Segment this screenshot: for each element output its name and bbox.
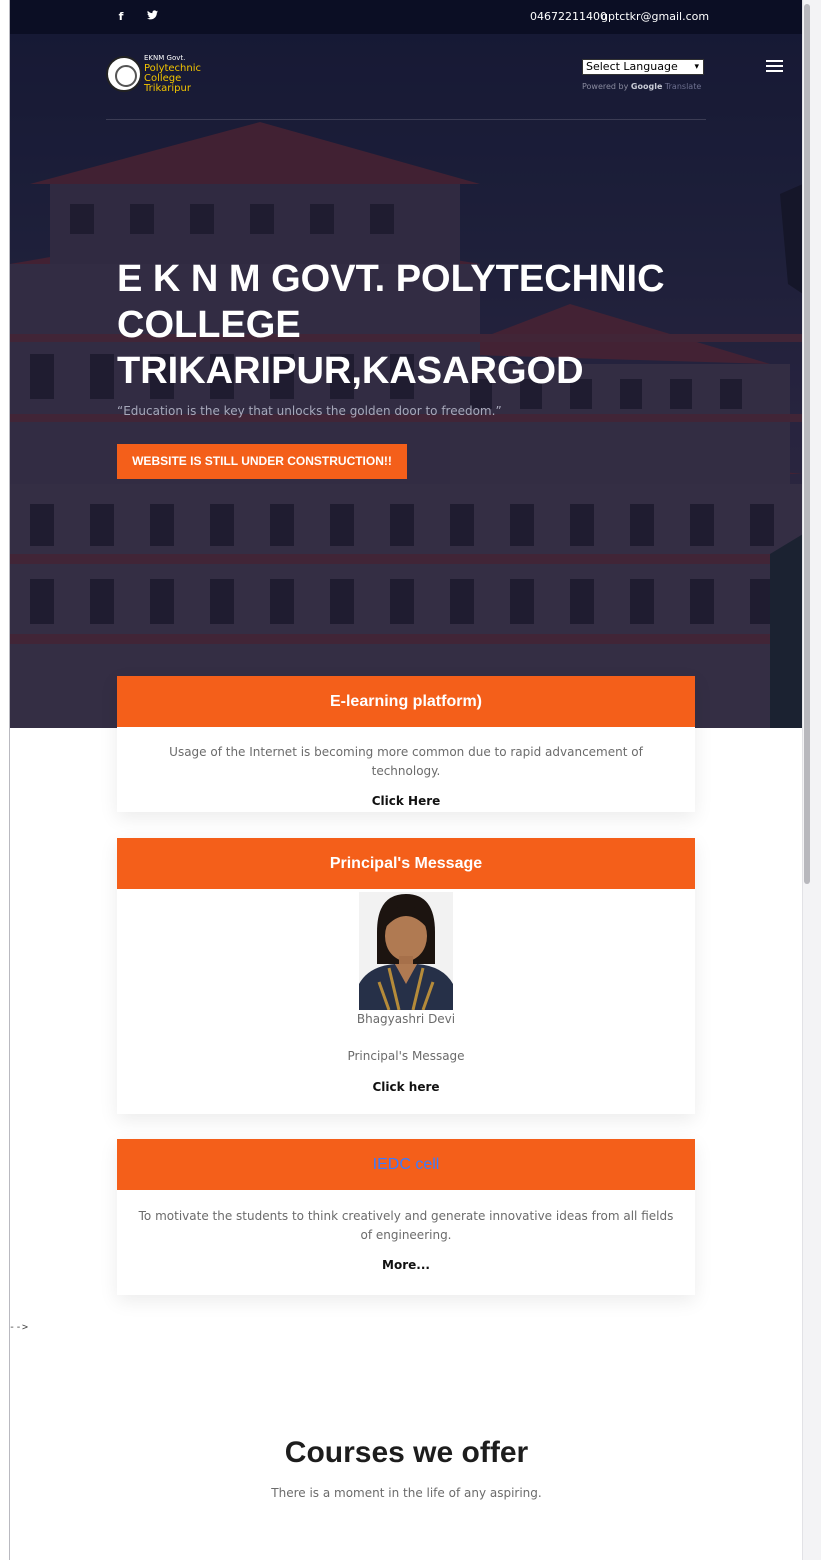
principal-card-title: Principal's Message [117,838,695,889]
under-construction-button[interactable]: WEBSITE IS STILL UNDER CONSTRUCTION!! [117,444,407,479]
language-select[interactable]: Select Language ▾ [582,59,704,75]
top-bar: f 04672211400 gptctkr@gmail.com [10,0,802,34]
google-logo[interactable]: Google [631,82,662,91]
iedc-card-text: To motivate the students to think creati… [138,1209,674,1242]
courses-title: Courses we offer [284,1436,529,1469]
iedc-card: IEDC cell To motivate the students to th… [117,1139,695,1295]
language-select-label: Select Language [586,60,678,73]
principal-photo [359,892,453,1010]
twitter-icon[interactable] [145,10,159,24]
hero-quote: “Education is the key that unlocks the g… [117,404,502,418]
elearning-click-here-link[interactable]: Click Here [117,794,695,808]
browser-left-edge [0,0,9,1560]
hero-title-line-2: COLLEGE [117,304,301,346]
logo-line-4: Trikaripur [144,83,191,94]
hero-section: EKNM Govt. Polytechnic College Trikaripu… [10,34,802,728]
google-translate-attribution: Powered by Google Translate [582,82,701,91]
iedc-more-link[interactable]: More... [117,1258,695,1272]
email-address[interactable]: gptctkr@gmail.com [601,10,709,23]
hero-title-line-3: TRIKARIPUR,KASARGOD [117,350,584,392]
elearning-card-title: E-learning platform) [117,676,695,727]
facebook-icon[interactable]: f [114,10,128,24]
principal-click-here-link[interactable]: Click here [117,1080,695,1094]
iedc-card-title-link[interactable]: IEDC cell [373,1156,440,1173]
menu-icon[interactable] [766,60,783,73]
translate-link[interactable]: Translate [665,82,701,91]
scrollbar-thumb[interactable] [804,4,810,884]
chevron-down-icon: ▾ [694,62,699,72]
powered-by-text: Powered by [582,82,629,91]
stray-html-comment-text: --> [9,1322,29,1333]
principal-name: Bhagyashri Devi [356,1012,456,1026]
header-divider [106,119,706,120]
phone-number[interactable]: 04672211400 [530,10,607,23]
courses-subtitle: There is a moment in the life of any asp… [271,1486,542,1500]
elearning-card: E-learning platform) Usage of the Intern… [117,676,695,812]
elearning-card-text: Usage of the Internet is becoming more c… [169,745,643,778]
iedc-card-header: IEDC cell [117,1139,695,1190]
college-logo[interactable]: EKNM Govt. Polytechnic College Trikaripu… [106,54,206,96]
hero-title-line-1: E K N M GOVT. POLYTECHNIC [117,258,665,300]
principal-card-text: Principal's Message [347,1049,465,1063]
hero-title: E K N M GOVT. POLYTECHNIC COLLEGE TRIKAR… [117,256,717,394]
page: f 04672211400 gptctkr@gmail.com EKNM Gov… [9,0,802,1560]
principal-card: Principal's Message Bhagyashri Devi Prin… [117,838,695,1114]
college-seal-icon [106,56,142,92]
logo-line-1: EKNM Govt. [144,54,186,62]
